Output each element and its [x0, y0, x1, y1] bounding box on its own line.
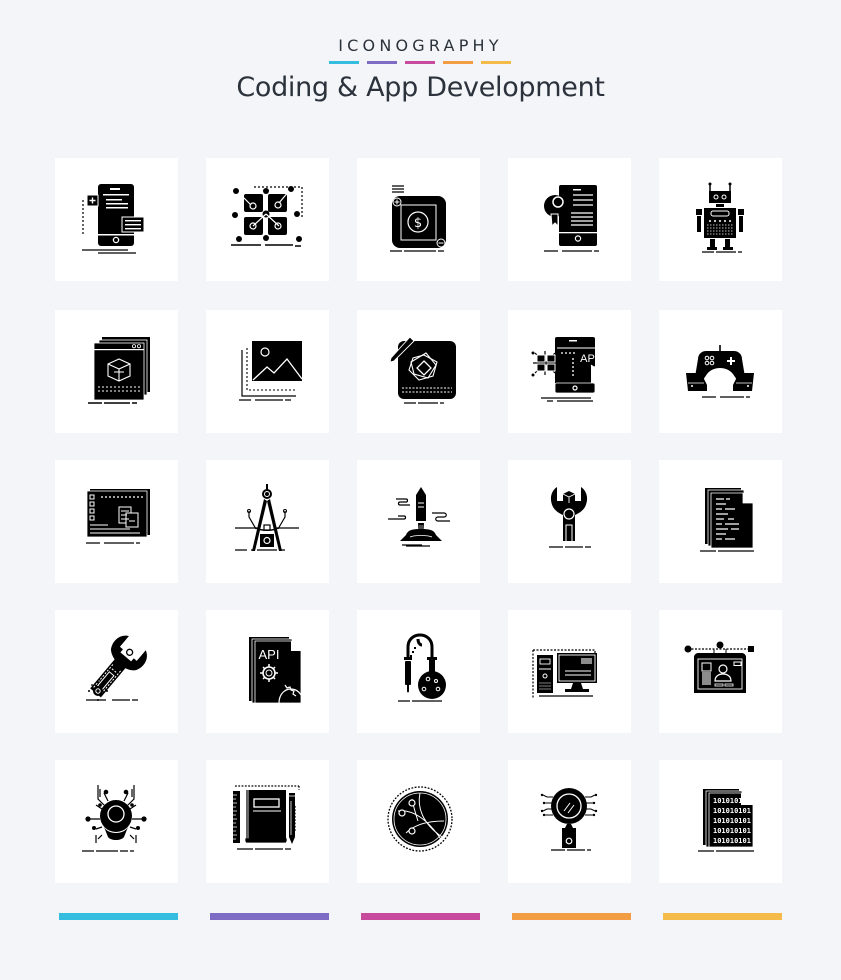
icon-card[interactable]: API: [206, 610, 329, 733]
desktop-computer-icon: [532, 649, 597, 698]
icon-card[interactable]: [659, 610, 782, 733]
robot-icon: [696, 182, 744, 253]
icon-card[interactable]: [55, 310, 178, 433]
web-3d-box-icon: [88, 337, 150, 404]
binary-document-icon: 1010101 101010101 101010101 101010101 10…: [698, 789, 754, 852]
image-gallery-icon: [239, 341, 303, 401]
app-design-pencil-icon: [389, 336, 456, 404]
icon-card[interactable]: [357, 610, 480, 733]
icon-card[interactable]: [206, 158, 329, 281]
color-bar: [512, 913, 631, 920]
color-bar: [59, 913, 178, 920]
binary-text: 101010101: [713, 827, 751, 835]
icon-card[interactable]: [508, 460, 631, 583]
icon-card[interactable]: [508, 158, 631, 281]
code-document-icon: [700, 488, 754, 552]
color-bar: [443, 61, 473, 64]
color-bar: [663, 913, 782, 920]
icon-card[interactable]: $: [357, 158, 480, 281]
icon-card[interactable]: [206, 760, 329, 883]
icon-card[interactable]: [357, 460, 480, 583]
icon-card[interactable]: [55, 460, 178, 583]
icon-card[interactable]: [508, 760, 631, 883]
icon-card[interactable]: [55, 760, 178, 883]
icon-card[interactable]: API: [508, 310, 631, 433]
color-bar: [367, 61, 397, 64]
icon-card[interactable]: [508, 610, 631, 733]
color-bar: [481, 61, 511, 64]
binary-text: 101010101: [713, 807, 751, 815]
icon-card[interactable]: [55, 610, 178, 733]
brand-label: ICONOGRAPHY: [338, 36, 503, 55]
icon-card[interactable]: [659, 310, 782, 433]
color-bar: [329, 61, 359, 64]
bottom-color-bars: [0, 913, 841, 921]
color-bar: [361, 913, 480, 920]
chemistry-flask-icon: [398, 633, 446, 702]
binary-text: 101010101: [713, 817, 751, 825]
mobile-certificate-icon: [544, 185, 599, 252]
mobile-app-add-icon: [82, 184, 145, 254]
api-document-gear-icon: API: [249, 637, 302, 704]
icon-card[interactable]: 1010101 101010101 101010101 101010101 10…: [659, 760, 782, 883]
wrench-box-icon: [549, 487, 591, 548]
app-payment-icon: $: [390, 185, 446, 252]
notebook-ruler-pencil-icon: [233, 785, 300, 850]
window-layout-icon: [86, 489, 150, 544]
icon-card[interactable]: [206, 460, 329, 583]
game-controller-hands-icon: [686, 345, 754, 398]
page-title: Coding & App Development: [236, 72, 605, 103]
node-grid-design-icon: [231, 186, 303, 247]
api-label: API: [259, 647, 280, 662]
icon-card[interactable]: [357, 760, 480, 883]
wrench-gear-icon: [86, 635, 147, 701]
compass-drafting-icon: [235, 484, 299, 551]
magnifier-circuit-icon: [540, 788, 598, 851]
icon-card[interactable]: [357, 310, 480, 433]
mobile-api-icon: API: [531, 337, 603, 402]
icon-card[interactable]: [55, 158, 178, 281]
network-globe-icon: [387, 786, 453, 852]
binary-text: 101010101: [713, 837, 751, 845]
icon-card[interactable]: [659, 460, 782, 583]
color-bar: [405, 61, 435, 64]
bug-icon: [82, 785, 147, 852]
api-label: API: [580, 353, 598, 365]
svg-text:$: $: [414, 216, 422, 231]
icon-card[interactable]: [206, 310, 329, 433]
profile-screen-design-icon: [684, 641, 754, 693]
color-bar: [210, 913, 329, 920]
binary-text: 1010101: [713, 797, 743, 805]
icon-card[interactable]: [659, 158, 782, 281]
rocket-launch-icon: [388, 487, 450, 547]
top-color-bars: [329, 61, 514, 65]
